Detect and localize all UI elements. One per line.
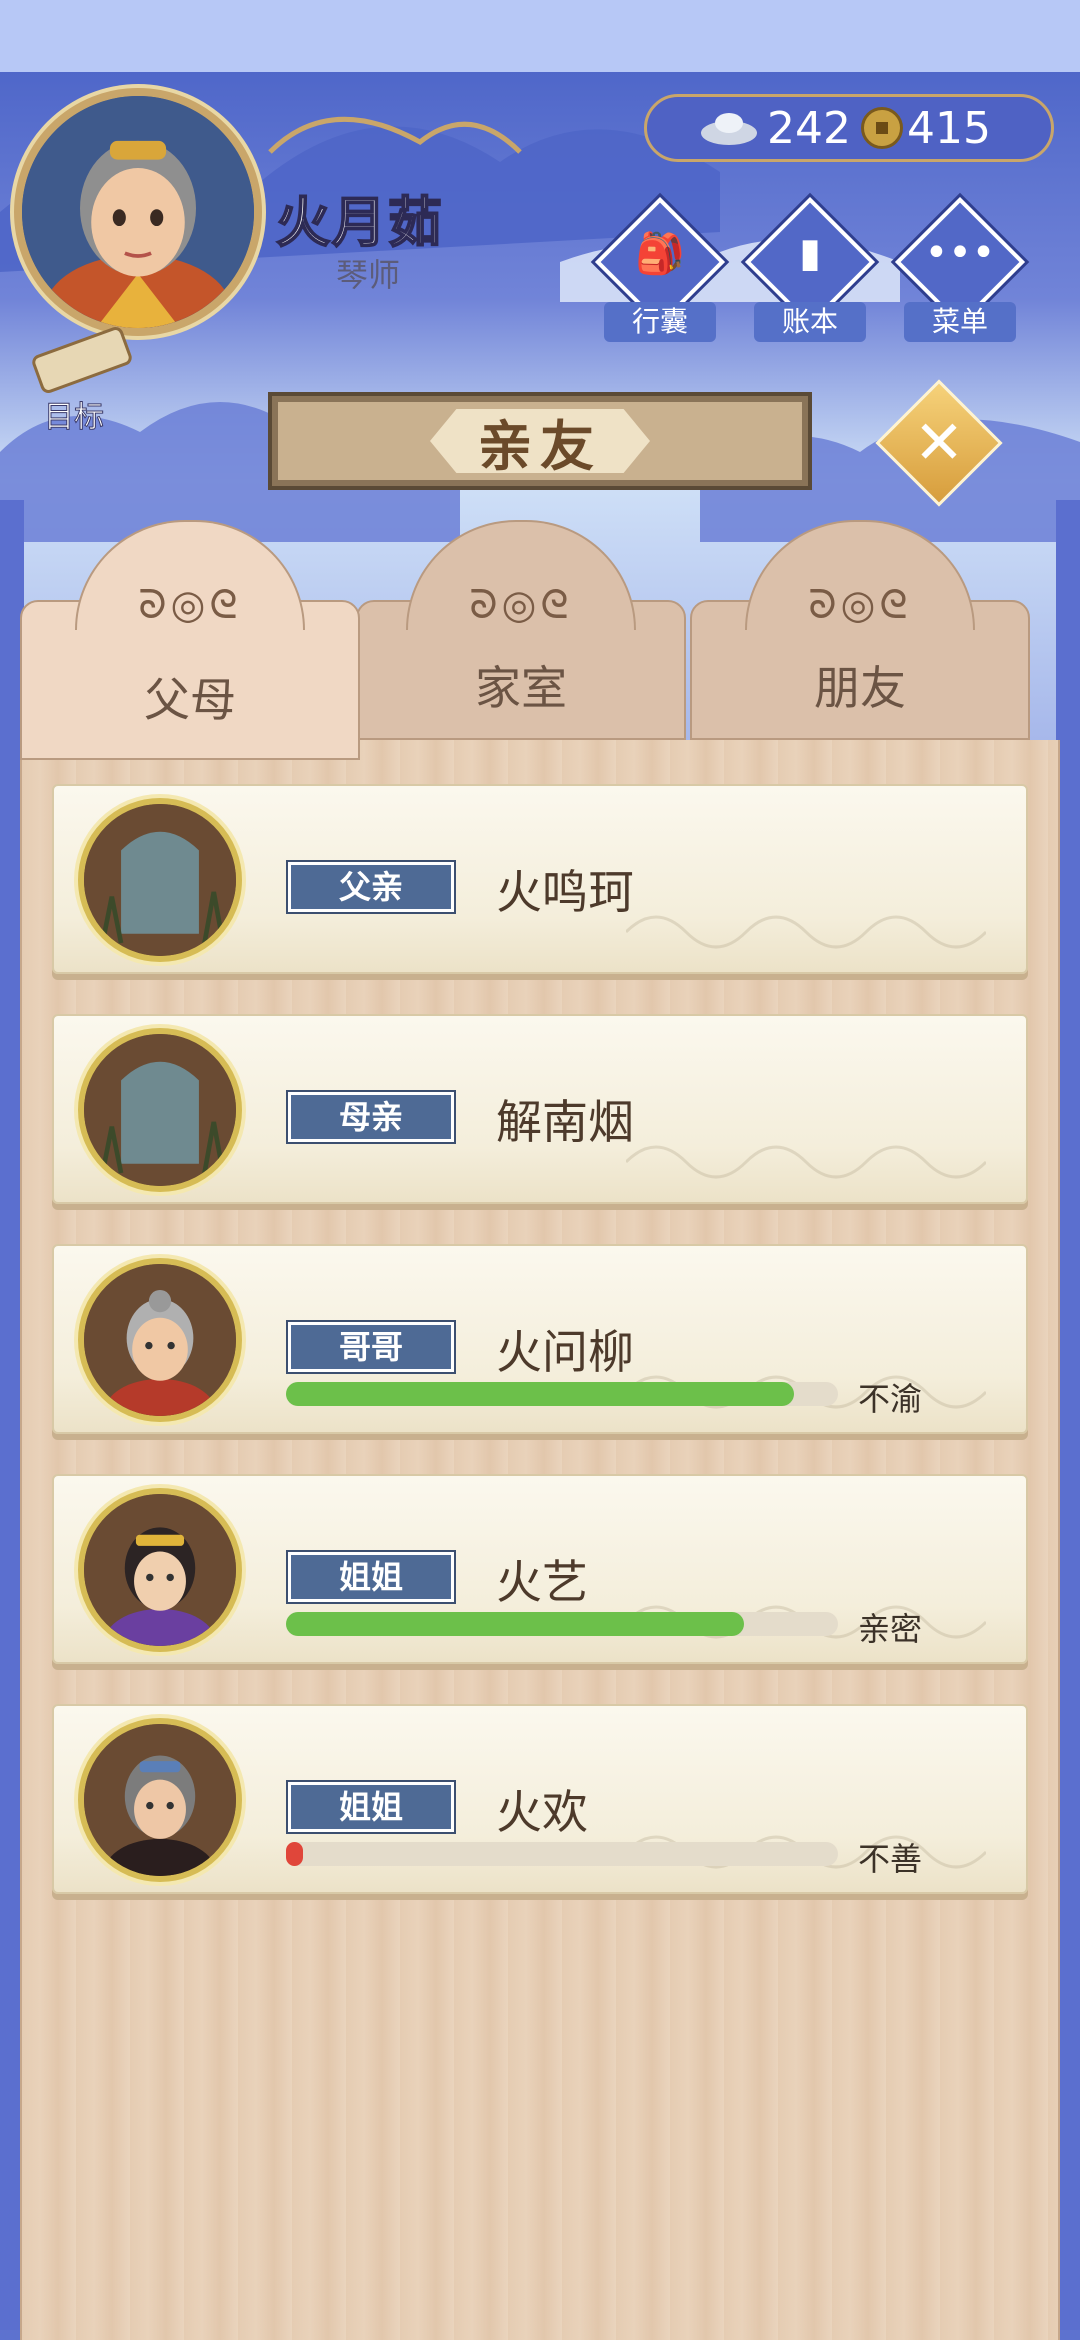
status-bar — [0, 0, 1080, 72]
copper-coin-icon — [860, 107, 903, 149]
menu-label: 菜单 — [904, 302, 1016, 342]
tab-parents-label: 父母 — [144, 673, 236, 727]
affinity-fill — [286, 1382, 794, 1406]
currency-bar: 242 415 — [644, 94, 1054, 162]
elder-man-avatar — [78, 1258, 242, 1422]
coin-amount: 415 — [906, 102, 991, 154]
relation-tag: 姐姐 — [288, 1782, 454, 1832]
relative-card[interactable]: 哥哥 火问柳 不渝 — [52, 1244, 1028, 1434]
ledger-icon: ▮ — [798, 230, 821, 276]
woman-avatar — [78, 1718, 242, 1882]
relation-tag: 父亲 — [288, 862, 454, 912]
woman-avatar — [78, 1488, 242, 1652]
affinity-bar — [286, 1612, 838, 1636]
tombstone-avatar — [78, 1028, 242, 1192]
relative-card[interactable]: 姐姐 火艺 亲密 — [52, 1474, 1028, 1664]
tab-family[interactable]: ᘐ◎ᘓ 家室 — [356, 520, 686, 740]
relation-tag: 哥哥 — [288, 1322, 454, 1372]
bag-icon: 🎒 — [635, 231, 685, 277]
relationship-status: 亲密 — [858, 1610, 923, 1648]
elder-woman-portrait-icon — [22, 96, 254, 328]
noble-woman-portrait-icon — [84, 1494, 236, 1646]
affinity-bar — [286, 1382, 838, 1406]
cloud-swirl-icon: ᘐ◎ᘓ — [808, 582, 912, 628]
bag-label: 行囊 — [604, 302, 716, 342]
page-title: 亲友 — [430, 409, 650, 473]
relative-name: 火鸣珂 — [496, 865, 634, 919]
player-name: 火月茹 — [275, 190, 444, 255]
tombstone-avatar — [78, 798, 242, 962]
relative-name: 火欢 — [496, 1785, 588, 1839]
game-screen: 火月茹 琴师 242 415 🎒 行囊 ▮ 账本 ••• 菜单 目标 亲友 ✕ — [0, 0, 1080, 2340]
affinity-fill — [286, 1612, 745, 1636]
tab-parents[interactable]: ᘐ◎ᘓ 父母 — [20, 520, 360, 760]
relationship-status: 不渝 — [858, 1380, 923, 1418]
relation-tag: 母亲 — [288, 1092, 454, 1142]
tab-friends[interactable]: ᘐ◎ᘓ 朋友 — [690, 520, 1030, 740]
menu-button[interactable]: ••• 菜单 — [894, 196, 1026, 342]
cloud-swirl-icon: ᘐ◎ᘓ — [138, 582, 242, 628]
relationship-status: 不善 — [858, 1840, 923, 1878]
ledger-label: 账本 — [754, 302, 866, 342]
tab-friends-label: 朋友 — [814, 661, 906, 715]
relative-name: 解南烟 — [496, 1095, 634, 1149]
scroll-icon — [30, 324, 134, 396]
tombstone-icon — [84, 1034, 236, 1186]
relative-card[interactable]: 姐姐 火欢 不善 — [52, 1704, 1028, 1894]
silver-amount: 242 — [767, 102, 851, 154]
menu-dots-icon: ••• — [924, 230, 996, 276]
relative-name: 火艺 — [496, 1555, 588, 1609]
ledger-button[interactable]: ▮ 账本 — [744, 196, 876, 342]
bag-button[interactable]: 🎒 行囊 — [594, 196, 726, 342]
tab-family-label: 家室 — [475, 661, 567, 715]
cloud-swirl-icon: ᘐ◎ᘓ — [469, 582, 573, 628]
close-icon[interactable]: ✕ — [894, 398, 984, 488]
player-avatar[interactable] — [14, 88, 262, 336]
elder-man-portrait-icon — [84, 1264, 236, 1416]
goal-button[interactable]: 目标 — [14, 324, 134, 436]
goal-label: 目标 — [44, 400, 105, 436]
affinity-fill — [286, 1842, 303, 1866]
relative-card[interactable]: 父亲 火鸣珂 — [52, 784, 1028, 974]
relative-card[interactable]: 母亲 解南烟 — [52, 1014, 1028, 1204]
tombstone-icon — [84, 804, 236, 956]
affinity-bar — [286, 1842, 838, 1866]
elder-woman-portrait-icon — [84, 1724, 236, 1876]
silver-ingot-icon — [701, 113, 757, 145]
relative-name: 火问柳 — [496, 1325, 634, 1379]
page-title-banner: 亲友 — [268, 392, 812, 490]
player-title: 琴师 — [336, 256, 401, 294]
relation-tag: 姐姐 — [288, 1552, 454, 1602]
